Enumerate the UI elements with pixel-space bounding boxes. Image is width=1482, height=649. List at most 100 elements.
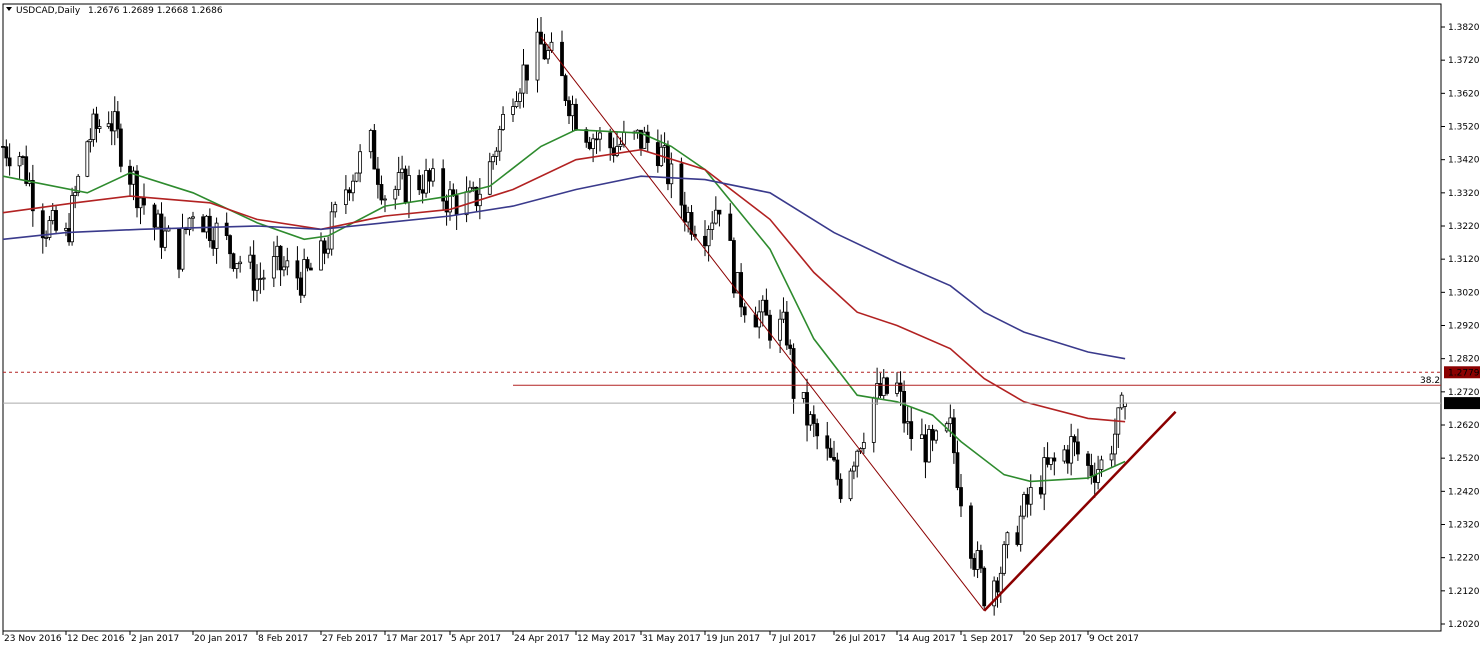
trendline-2[interactable] (983, 410, 1177, 612)
candle-body (995, 580, 1000, 593)
candle-body (494, 150, 499, 157)
candle-body (1119, 394, 1124, 409)
y-tick-label: 1.3020 (1448, 288, 1480, 298)
candle-body (1089, 465, 1094, 476)
candle-body (969, 505, 973, 559)
candle-body (282, 266, 286, 271)
x-tick-label: 26 Jul 2017 (835, 634, 886, 644)
candle-body (118, 128, 123, 167)
time-axis[interactable]: 23 Nov 2016 12 Dec 2016 2 Jan 2017 20 Jan 2… (2, 631, 1139, 644)
candle-body (1002, 544, 1007, 574)
candle-body (255, 278, 259, 291)
candle-body (1038, 487, 1043, 495)
candles (1, 17, 1127, 616)
x-tick-label: 19 Jun 2017 (706, 634, 760, 644)
fib-level-label: 38.2 (1420, 376, 1440, 386)
candle-body (1062, 449, 1067, 462)
y-tick-label: 1.3120 (1448, 255, 1480, 265)
candle-body (1018, 515, 1023, 545)
plot-area[interactable] (1, 3, 1442, 632)
candle-body (322, 240, 327, 254)
candle-body (1042, 457, 1047, 495)
candle-body (574, 103, 578, 130)
current-price-tag-text: 1.2686 (1448, 399, 1480, 409)
candle-body (40, 210, 45, 239)
candle-body (375, 168, 380, 185)
candle-body (591, 138, 596, 149)
candle-body (838, 478, 843, 500)
candle-body (1086, 453, 1090, 466)
candle-body (329, 211, 334, 250)
y-tick-label: 1.3720 (1448, 56, 1480, 66)
candle-body (97, 126, 102, 129)
x-tick-label: 7 Jul 2017 (771, 634, 816, 644)
candle-body (177, 227, 181, 270)
y-tick-label: 1.2720 (1448, 388, 1480, 398)
candle-body (54, 210, 58, 231)
candle-body (142, 197, 146, 206)
candle-body (285, 260, 290, 268)
candle-body (224, 222, 229, 237)
candle-body (788, 344, 793, 349)
moving-average-line-1 (2, 128, 1126, 483)
y-tick-label: 1.3620 (1448, 89, 1480, 99)
y-tick-label: 1.3220 (1448, 222, 1480, 232)
candle-body (248, 254, 253, 263)
price-chart[interactable]: USDCAD,Daily 1.2676 1.2689 1.2668 1.2686… (0, 0, 1482, 649)
price-axis[interactable]: 1.3820 1.3720 1.3620 1.3520 1.3420 1.3320 1.32… (1441, 23, 1480, 630)
candle-body (739, 272, 744, 308)
candle-body (713, 209, 718, 224)
candle-body (64, 228, 68, 231)
candle-body (487, 161, 492, 195)
candle-body (1028, 487, 1033, 505)
candle-body (521, 64, 526, 94)
x-tick-label: 20 Jan 2017 (194, 634, 248, 644)
candle-body (88, 139, 93, 143)
candle-body (742, 306, 747, 316)
candle-body (1096, 469, 1101, 483)
candle-body (1015, 532, 1020, 545)
candle-body (343, 189, 348, 205)
candle-body (441, 168, 446, 202)
candle-body (204, 215, 209, 233)
candle-body (828, 447, 833, 458)
candle-body (358, 151, 363, 174)
candle-body (228, 235, 232, 255)
x-tick-label: 8 Feb 2017 (258, 634, 308, 644)
candle-body (211, 240, 216, 249)
candle-body (424, 170, 428, 194)
candle-body (805, 392, 809, 426)
candle-body (258, 278, 263, 280)
candle-body (24, 156, 29, 184)
candle-body (1065, 449, 1070, 464)
candle-body (152, 204, 157, 228)
candle-body (871, 397, 876, 443)
moving-average-line-3 (2, 175, 1126, 360)
candle-body (1, 145, 5, 148)
candle-body (497, 129, 502, 152)
dropdown-triangle-icon[interactable] (6, 7, 12, 11)
candle-body (717, 209, 722, 215)
candle-body (295, 260, 300, 279)
candle-body (919, 434, 924, 439)
candle-body (156, 213, 160, 228)
y-tick-label: 1.2420 (1448, 487, 1480, 497)
candle-body (420, 189, 425, 194)
candle-body (1069, 436, 1074, 464)
candle-body (305, 259, 310, 269)
candle-body (403, 168, 408, 203)
candle-body (514, 101, 519, 107)
candle-body (948, 417, 953, 425)
candle-body (44, 237, 49, 239)
candle-body (895, 382, 899, 394)
trendline-1[interactable] (540, 36, 985, 612)
candle-body (396, 172, 401, 190)
x-tick-label: 17 Mar 2017 (386, 634, 443, 644)
candle-body (1025, 494, 1030, 505)
candle-body (801, 392, 806, 399)
candle-body (400, 168, 405, 174)
y-tick-label: 1.2920 (1448, 322, 1480, 332)
candle-body (159, 213, 164, 248)
candle-body (491, 156, 496, 163)
candle-body (354, 172, 359, 182)
